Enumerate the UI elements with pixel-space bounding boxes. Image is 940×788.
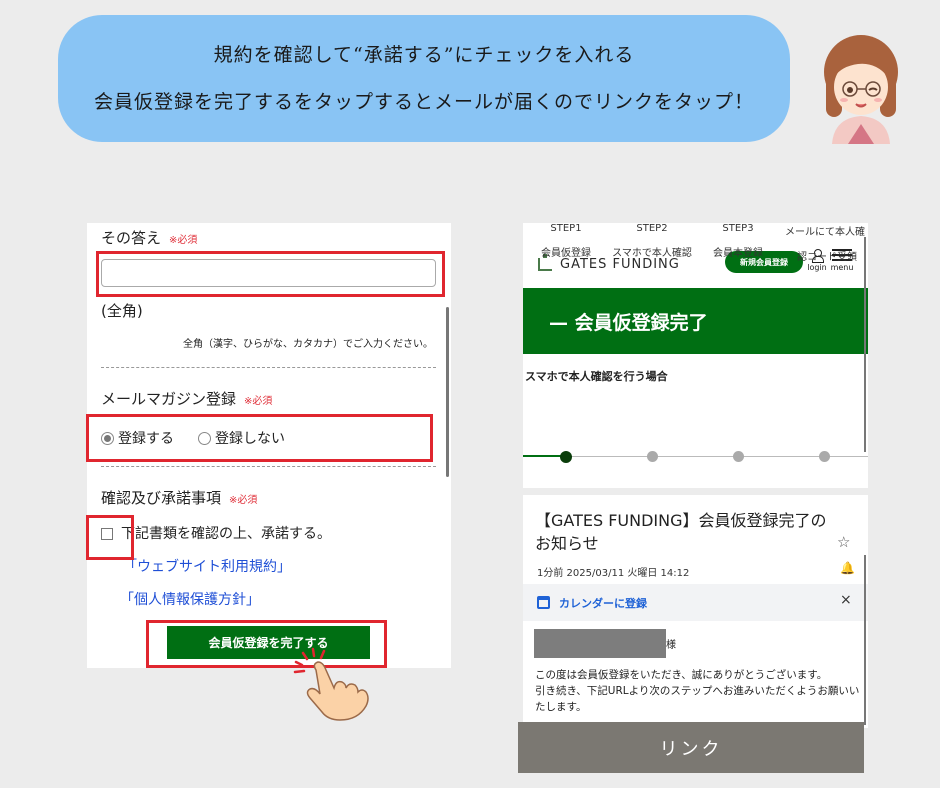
- magazine-label-text: メールマガジン登録: [101, 390, 237, 408]
- required-mark: ※必須: [244, 396, 273, 407]
- pointing-hand-icon: [293, 647, 369, 721]
- step-number: STEP1: [550, 223, 582, 234]
- divider: [101, 367, 436, 368]
- step-4: メールにて本人確 認コード受領: [781, 223, 868, 263]
- email-body-line: 引き続き、下記URLより次のステップへお進みいただくようお願いいたします。: [535, 685, 860, 713]
- step-node: [647, 451, 658, 462]
- step-number: メールにて本人確: [785, 227, 865, 238]
- email-screen: 【GATES FUNDING】会員仮登録完了のお知らせ ☆ 1分前 2025/0…: [523, 495, 868, 728]
- menu-label: menu: [830, 263, 854, 272]
- close-icon[interactable]: ×: [840, 592, 852, 608]
- consent-label-text: 確認及び承諾事項: [101, 489, 222, 507]
- instruction-bubble: 規約を確認して“承諾する”にチェックを入れる 会員仮登録を完了するをタップすると…: [58, 15, 790, 142]
- step-label: 会員仮登録: [541, 248, 591, 259]
- step-progress-track: [523, 456, 868, 457]
- site-screen: GATES FUNDING 新規会員登録 login menu — 会員仮登録完…: [523, 223, 868, 488]
- bell-icon[interactable]: 🔔: [840, 561, 855, 575]
- email-scrollbar[interactable]: [864, 555, 866, 725]
- step-number: STEP3: [722, 223, 754, 234]
- required-mark: ※必須: [169, 235, 198, 246]
- zenkaku-label: (全角): [101, 302, 143, 320]
- email-body-line: この度は会員仮登録をいただき、誠にありがとうございます。: [535, 669, 828, 681]
- logo-text: GATES FUNDING: [560, 257, 680, 272]
- page-title-banner: — 会員仮登録完了: [523, 288, 868, 354]
- instruction-line-1: 規約を確認して“承諾する”にチェックを入れる: [213, 44, 635, 66]
- step-label: 認コード受領: [797, 252, 857, 263]
- confirmation-panel: GATES FUNDING 新規会員登録 login menu — 会員仮登録完…: [523, 223, 868, 728]
- step-2: STEP2 スマホで本人確認: [609, 223, 695, 259]
- step-node-current: [560, 451, 572, 463]
- magazine-label: メールマガジン登録 ※必須: [101, 388, 272, 409]
- logo-mark-icon: [538, 254, 552, 271]
- answer-label-text: その答え: [101, 229, 162, 247]
- highlight-magazine-radio: [86, 414, 433, 462]
- site-logo[interactable]: GATES FUNDING: [538, 254, 680, 272]
- step-node: [733, 451, 744, 462]
- highlight-answer-field: [96, 251, 445, 297]
- redacted-name: [534, 629, 666, 658]
- honorific: 様: [666, 640, 676, 651]
- step-number: STEP2: [636, 223, 668, 234]
- site-scrollbar[interactable]: [864, 237, 866, 452]
- step-label: スマホで本人確認: [612, 248, 692, 259]
- step-3: STEP3 会員本登録: [695, 223, 781, 259]
- step-1: STEP1 会員仮登録: [523, 223, 609, 259]
- divider: [101, 466, 436, 467]
- highlight-consent-checkbox: [86, 515, 134, 560]
- consent-label: 確認及び承諾事項 ※必須: [101, 487, 257, 508]
- login-label: login: [807, 263, 827, 272]
- answer-label: その答え ※必須: [101, 227, 197, 248]
- avatar-illustration: [824, 35, 898, 144]
- star-icon[interactable]: ☆: [837, 533, 850, 551]
- calendar-row[interactable]: カレンダーに登録 ×: [523, 584, 868, 621]
- link-button[interactable]: リンク: [518, 722, 864, 773]
- calendar-icon: [537, 596, 550, 609]
- required-mark: ※必須: [229, 495, 258, 506]
- privacy-link[interactable]: 「個人情報保護方針」: [120, 589, 260, 609]
- consent-checkbox-label: 下記書類を確認の上、承諾する。: [121, 526, 331, 542]
- steps-title: スマホで本人確認を行う場合: [525, 370, 668, 383]
- email-body: この度は会員仮登録をいただき、誠にありがとうございます。 引き続き、下記URLよ…: [535, 667, 860, 715]
- email-subject: 【GATES FUNDING】会員仮登録完了のお知らせ: [535, 511, 827, 553]
- email-meta: 1分前 2025/03/11 火曜日 14:12: [537, 568, 690, 579]
- zenkaku-hint: 全角（漢字、ひらがな、カタカナ）でご入力ください。: [183, 339, 433, 350]
- form-scrollbar[interactable]: [446, 307, 449, 477]
- step-node: [819, 451, 830, 462]
- terms-link[interactable]: 「ウェブサイト利用規約」: [123, 556, 291, 576]
- step-label: 会員本登録: [713, 248, 763, 259]
- instruction-line-2: 会員仮登録を完了するをタップするとメールが届くのでリンクをタップ！: [93, 91, 754, 113]
- calendar-label: カレンダーに登録: [559, 597, 647, 610]
